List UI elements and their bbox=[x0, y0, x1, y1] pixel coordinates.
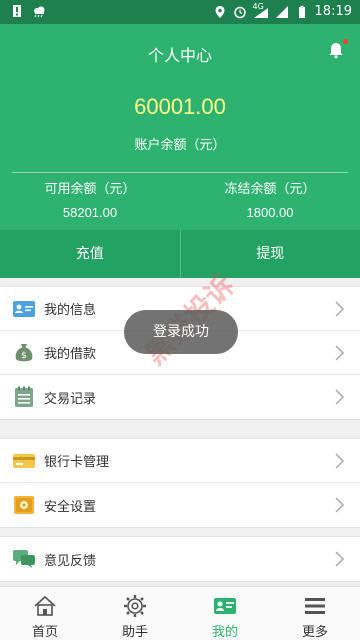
clock: 18:19 bbox=[314, 4, 352, 19]
tab-more[interactable]: 更多 bbox=[270, 587, 360, 640]
menu-group-security: 银行卡管理 安全设置 bbox=[0, 438, 360, 528]
notepad-icon bbox=[15, 386, 33, 407]
bank-card-icon bbox=[13, 453, 35, 468]
available-balance-value: 58201.00 bbox=[62, 205, 118, 220]
safe-icon bbox=[14, 496, 34, 514]
notification-icon bbox=[13, 5, 21, 17]
menu-item-security-settings[interactable]: 安全设置 bbox=[0, 483, 360, 527]
chat-bubble-icon bbox=[13, 550, 35, 568]
menu-lines-icon bbox=[305, 598, 325, 614]
tab-label: 我的 bbox=[211, 625, 238, 640]
svg-text:$: $ bbox=[21, 351, 27, 361]
tab-home[interactable]: 首页 bbox=[0, 587, 90, 640]
frozen-balance-label: 冻结余额（元） bbox=[224, 182, 316, 197]
page-title: 个人中心 bbox=[147, 46, 212, 65]
tab-label: 助手 bbox=[121, 625, 148, 640]
wifi-icon: 4G bbox=[253, 2, 269, 19]
menu-item-bank-cards[interactable]: 银行卡管理 bbox=[0, 439, 360, 483]
chevron-right-icon bbox=[335, 452, 345, 469]
menu-label: 银行卡管理 bbox=[44, 455, 110, 470]
tab-mine[interactable]: 我的 bbox=[180, 587, 270, 640]
account-header: 个人中心 60001.00 账户余额（元） 可用余额（元） 58201.00 冻… bbox=[0, 24, 360, 230]
chevron-right-icon bbox=[335, 551, 345, 567]
menu-label: 意见反馈 bbox=[44, 553, 97, 569]
gear-icon bbox=[124, 595, 146, 617]
status-right: 4G 18:19 bbox=[213, 2, 352, 19]
tab-label: 首页 bbox=[31, 625, 58, 640]
cloud-icon bbox=[34, 6, 45, 18]
bottom-tab-bar: 首页 助手 我的 更多 bbox=[0, 586, 360, 640]
profile-card-icon bbox=[214, 598, 236, 614]
alarm-icon bbox=[233, 6, 246, 18]
chevron-right-icon bbox=[335, 344, 345, 361]
account-balance-value: 60001.00 bbox=[134, 94, 226, 119]
available-balance-label: 可用余额（元） bbox=[44, 182, 136, 197]
battery-icon bbox=[298, 5, 305, 18]
login-success-toast: 登录成功 bbox=[124, 310, 238, 354]
menu-item-feedback[interactable]: 意见反馈 bbox=[0, 537, 360, 581]
menu-group-feedback: 意见反馈 bbox=[0, 536, 360, 582]
status-bar: 4G 18:19 bbox=[0, 0, 360, 24]
money-bag-icon: $ bbox=[15, 343, 33, 361]
tab-label: 更多 bbox=[301, 625, 328, 640]
id-card-icon bbox=[13, 300, 35, 317]
menu-label: 安全设置 bbox=[44, 499, 97, 515]
location-icon bbox=[215, 5, 225, 18]
signal-icon bbox=[275, 5, 288, 18]
account-balance-label: 账户余额（元） bbox=[134, 138, 226, 153]
chevron-right-icon bbox=[335, 497, 345, 513]
chevron-right-icon bbox=[335, 389, 345, 405]
status-left bbox=[10, 4, 46, 18]
home-icon bbox=[34, 595, 56, 616]
frozen-balance-value: 1800.00 bbox=[246, 205, 294, 220]
notification-button[interactable] bbox=[326, 39, 348, 60]
header-divider bbox=[12, 172, 348, 173]
tab-assistant[interactable]: 助手 bbox=[90, 587, 180, 640]
chevron-right-icon bbox=[335, 300, 345, 317]
frozen-balance: 冻结余额（元） 1800.00 bbox=[180, 178, 360, 220]
available-balance: 可用余额（元） 58201.00 bbox=[0, 178, 180, 220]
unread-dot bbox=[343, 39, 348, 44]
